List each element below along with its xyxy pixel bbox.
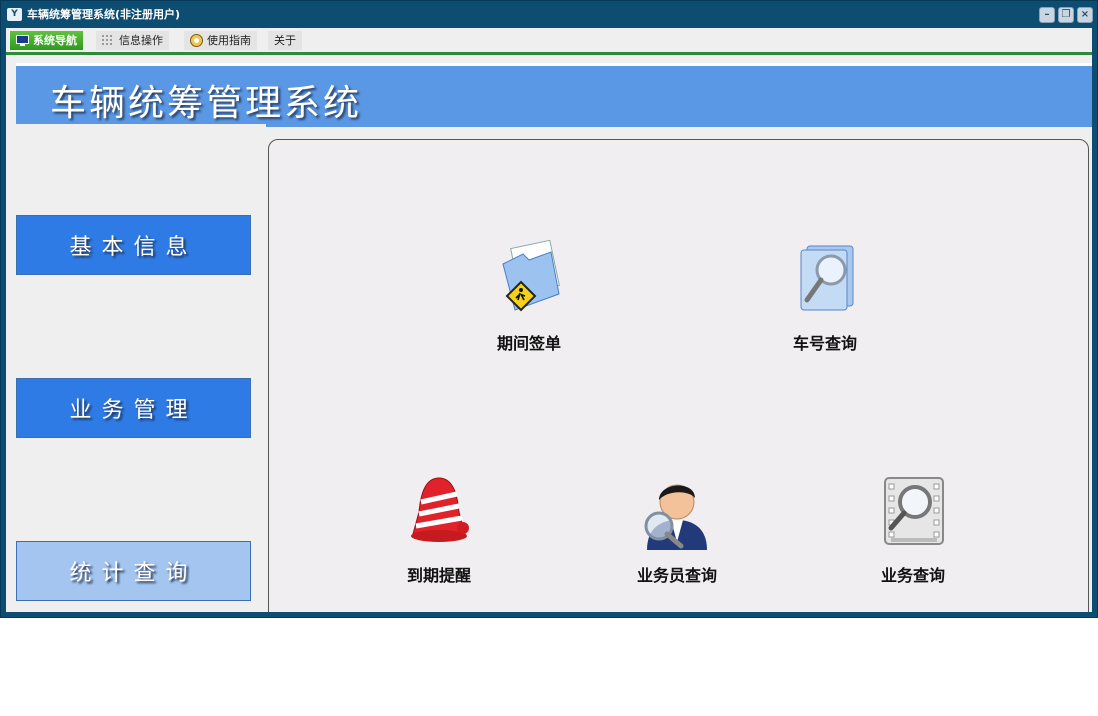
menu-label: 关于 <box>274 34 296 47</box>
nav-label: 基本信息 <box>69 235 198 260</box>
tile-business-query[interactable]: 业务查询 <box>843 472 983 586</box>
nav-label: 业务管理 <box>69 398 198 423</box>
tile-period-sign[interactable]: 期间签单 <box>459 239 599 354</box>
banner-title: 车辆统筹管理系统 <box>50 83 363 124</box>
person-search-icon <box>644 484 707 550</box>
function-panel: 期间签单 车号查询 到期提醒 业务员查询 业务查询 <box>268 139 1089 612</box>
folder-pedestrian-icon <box>502 239 560 312</box>
nav-business-management[interactable]: 业务管理 <box>16 378 251 438</box>
menu-label: 使用指南 <box>207 34 251 47</box>
minimize-button[interactable]: – <box>1039 7 1055 23</box>
monitor-icon <box>16 35 29 46</box>
left-nav: 基本信息 业务管理 统计查询 <box>16 124 266 612</box>
menu-label: 系统导航 <box>33 34 77 47</box>
title-bar[interactable]: Y 车辆统筹管理系统(非注册用户) – ❐ × <box>1 1 1097 28</box>
menu-about[interactable]: 关于 <box>268 31 302 50</box>
menu-info-ops[interactable]: 信息操作 <box>96 31 169 50</box>
tile-label: 业务员查询 <box>636 566 717 585</box>
app-window: Y 车辆统筹管理系统(非注册用户) – ❐ × 系统导航 信息操作 使用指南 关… <box>0 0 1098 618</box>
tile-expiry-reminder[interactable]: 到期提醒 <box>369 472 509 586</box>
tile-label: 业务查询 <box>880 566 945 585</box>
menu-label: 信息操作 <box>119 34 163 47</box>
menu-system-nav[interactable]: 系统导航 <box>10 31 83 50</box>
menu-bar: 系统导航 信息操作 使用指南 关于 <box>6 28 1092 55</box>
tile-salesman-query[interactable]: 业务员查询 <box>607 472 747 586</box>
film-search-icon <box>884 477 944 545</box>
nav-basic-info[interactable]: 基本信息 <box>16 215 251 275</box>
help-icon <box>190 34 203 47</box>
close-button[interactable]: × <box>1077 7 1093 23</box>
tile-label: 期间签单 <box>496 334 561 353</box>
nav-label: 统计查询 <box>69 561 198 586</box>
tile-label: 到期提醒 <box>406 566 471 585</box>
restore-button[interactable]: ❐ <box>1058 7 1074 23</box>
window-title: 车辆统筹管理系统(非注册用户) <box>27 8 181 21</box>
alarm-bell-icon <box>411 477 469 542</box>
tile-label: 车号查询 <box>792 334 857 353</box>
document-search-icon <box>800 245 854 311</box>
tile-plate-query[interactable]: 车号查询 <box>755 240 895 354</box>
app-icon: Y <box>7 8 22 21</box>
menu-user-guide[interactable]: 使用指南 <box>184 31 257 50</box>
client-area: 系统导航 信息操作 使用指南 关于 车辆统筹管理系统 基本信息 业务管理 统计查… <box>6 28 1092 612</box>
banner: 车辆统筹管理系统 <box>16 63 1092 127</box>
nav-statistics-query[interactable]: 统计查询 <box>16 541 251 601</box>
grid-icon <box>102 35 112 45</box>
